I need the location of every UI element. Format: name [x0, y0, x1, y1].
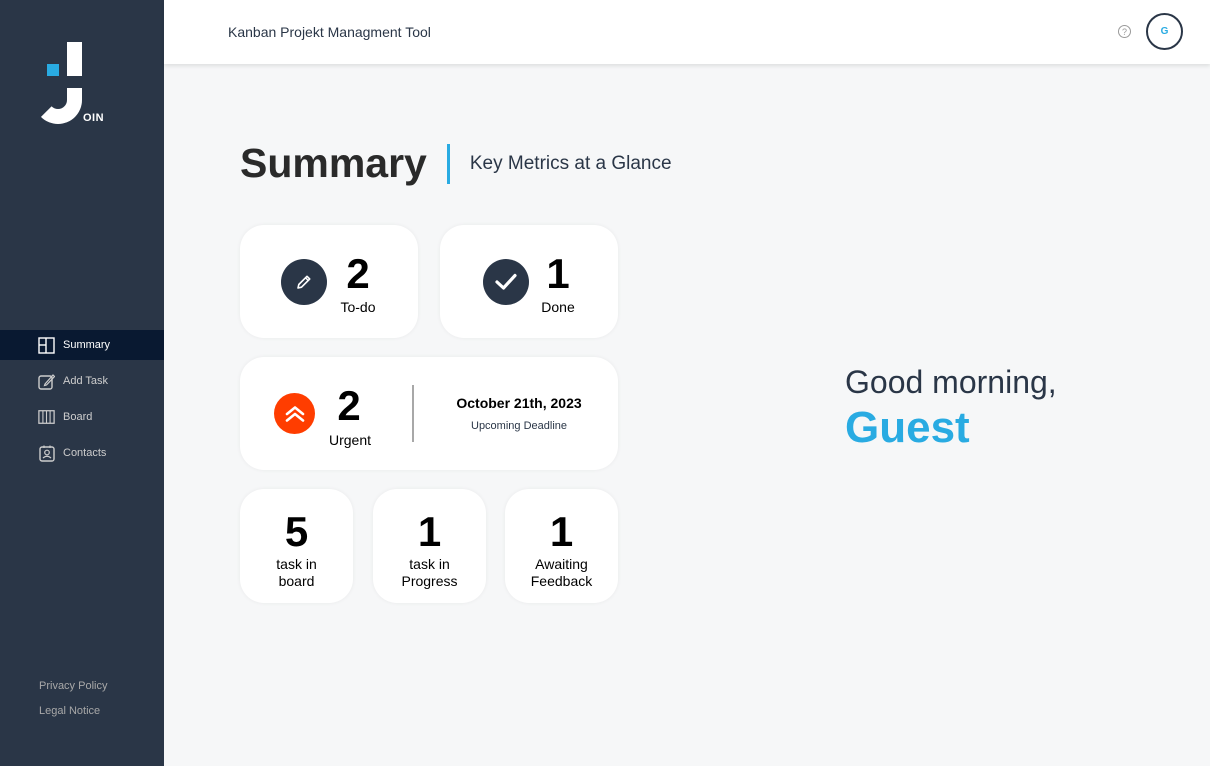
board-label-line2: board: [278, 573, 315, 589]
sidebar-item-label: Contacts: [63, 447, 107, 459]
top-header: Kanban Projekt Managment Tool ? G: [164, 0, 1210, 64]
urgent-divider: [412, 385, 414, 442]
contacts-icon: [38, 445, 55, 462]
feedback-label-line1: Awaiting: [535, 556, 588, 572]
logo-j-hook: [34, 88, 82, 124]
legal-notice-link[interactable]: Legal Notice: [39, 705, 107, 717]
title-divider: [446, 143, 450, 184]
page-title: Summary: [240, 140, 427, 186]
sidebar: OIN Summary Add Task Board Contacts Priv…: [0, 0, 164, 766]
board-icon: [38, 409, 55, 426]
checkmark-icon: [483, 259, 529, 305]
greeting: Good morning, Guest: [845, 364, 1057, 453]
greeting-user-name: Guest: [845, 403, 970, 452]
privacy-policy-link[interactable]: Privacy Policy: [39, 680, 107, 692]
board-label-line1: task in: [276, 556, 317, 572]
done-card[interactable]: 1 Done: [440, 225, 618, 338]
legal-links: Privacy Policy Legal Notice: [39, 680, 107, 730]
urgent-card[interactable]: 2 Urgent October 21th, 2023 Upcoming Dea…: [240, 357, 618, 470]
done-label: Done: [541, 299, 575, 315]
sidebar-item-label: Summary: [63, 339, 111, 351]
summary-title-row: Summary Key Metrics at a Glance: [240, 140, 672, 187]
feedback-count: 1: [549, 508, 574, 555]
page-subtitle: Key Metrics at a Glance: [469, 152, 672, 174]
sidebar-item-label: Add Task: [63, 375, 109, 387]
todo-count: 2: [346, 250, 370, 297]
app-title: Kanban Projekt Managment Tool: [228, 24, 431, 40]
deadline-date: October 21th, 2023: [456, 395, 582, 411]
awaiting-feedback-card[interactable]: 1 Awaiting Feedback: [505, 489, 618, 603]
sidebar-nav: Summary Add Task Board Contacts: [0, 330, 164, 474]
double-chevron-up-icon: [274, 393, 315, 434]
urgent-count: 2: [337, 382, 361, 429]
sidebar-item-board[interactable]: Board: [0, 402, 164, 432]
done-count: 1: [546, 250, 570, 297]
progress-count: 1: [417, 508, 442, 555]
logo-j-top: [67, 42, 82, 76]
logo-square: [47, 64, 59, 76]
feedback-label-line2: Feedback: [530, 573, 593, 589]
tasks-in-progress-card[interactable]: 1 task in Progress: [373, 489, 486, 603]
board-count: 5: [284, 508, 309, 555]
join-logo[interactable]: OIN: [34, 42, 114, 132]
todo-label: To-do: [340, 299, 376, 315]
user-avatar[interactable]: G: [1146, 13, 1183, 50]
sidebar-item-add-task[interactable]: Add Task: [0, 366, 164, 396]
pencil-icon: [281, 259, 327, 305]
add-task-icon: [38, 373, 55, 390]
help-icon[interactable]: ?: [1118, 25, 1131, 38]
sidebar-item-contacts[interactable]: Contacts: [0, 438, 164, 468]
progress-label-line1: task in: [409, 556, 450, 572]
todo-card[interactable]: 2 To-do: [240, 225, 418, 338]
tasks-in-board-card[interactable]: 5 task in board: [240, 489, 353, 603]
summary-icon: [38, 336, 55, 354]
sidebar-item-label: Board: [63, 411, 93, 423]
deadline-label: Upcoming Deadline: [471, 420, 567, 432]
greeting-text: Good morning,: [845, 364, 1057, 400]
progress-label-line2: Progress: [401, 573, 458, 589]
logo-text: OIN: [83, 112, 105, 124]
sidebar-item-summary[interactable]: Summary: [0, 330, 164, 360]
urgent-label: Urgent: [328, 432, 372, 448]
